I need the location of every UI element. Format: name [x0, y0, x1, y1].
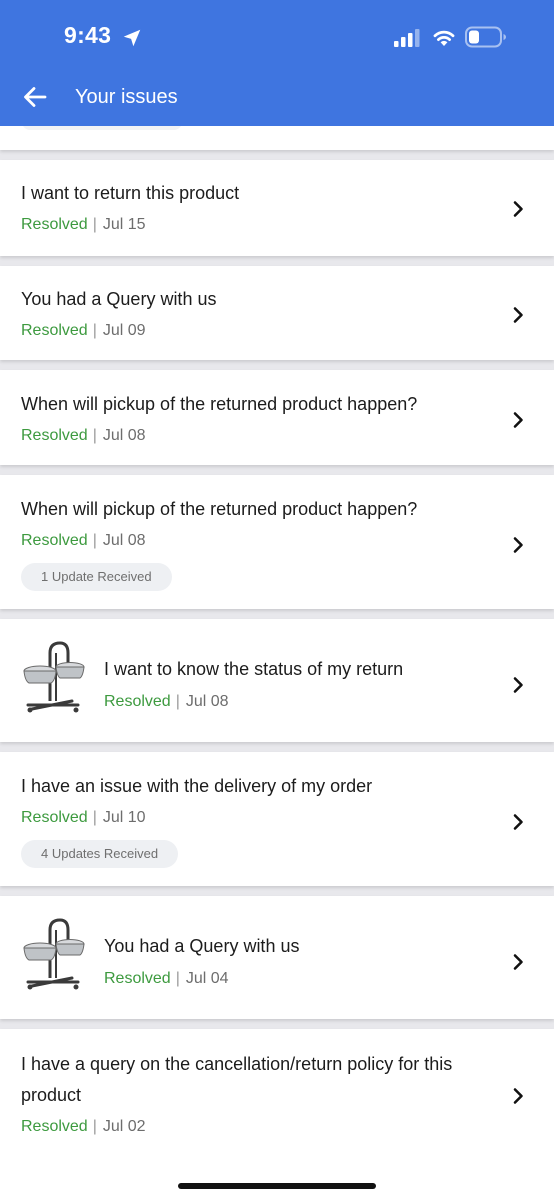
issue-status: Resolved: [21, 322, 88, 339]
issue-title-line-1: I have a query on the cancellation/retur…: [21, 1054, 453, 1074]
issue-meta: Resolved | Jul 08: [21, 532, 146, 549]
issue-meta: Resolved | Jul 02: [21, 1118, 146, 1135]
issue-title-line-2: product: [21, 1085, 82, 1105]
issue-date: Jul 02: [102, 1118, 146, 1135]
back-arrow-icon[interactable]: [22, 84, 48, 110]
partial-list-item: [0, 126, 554, 150]
issue-title: I want to know the status of my return: [104, 659, 404, 679]
issue-item[interactable]: When will pickup of the returned product…: [0, 370, 554, 465]
issue-title: I want to return this product: [21, 183, 240, 203]
issue-item[interactable]: I have an issue with the delivery of my …: [0, 752, 554, 886]
chevron-right-icon: [513, 307, 523, 323]
issue-date: Jul 15: [102, 216, 146, 233]
issue-date: Jul 09: [102, 322, 146, 339]
partial-chip: [22, 126, 182, 130]
issue-item[interactable]: You had a Query with us Resolved | Jul 04: [0, 896, 554, 1019]
issue-meta: Resolved | Jul 09: [21, 322, 146, 339]
updates-chip: 4 Updates Received: [21, 840, 179, 868]
issue-title: When will pickup of the returned product…: [21, 499, 418, 519]
issue-item[interactable]: I want to know the status of my return R…: [0, 619, 554, 742]
issue-status: Resolved: [21, 1118, 88, 1135]
issue-status: Resolved: [21, 427, 88, 444]
issue-date: Jul 04: [185, 970, 229, 987]
issue-title: I have an issue with the delivery of my …: [21, 776, 373, 796]
issue-title: When will pickup of the returned product…: [21, 394, 418, 414]
issue-meta: Resolved | Jul 04: [104, 970, 229, 987]
issue-status: Resolved: [104, 693, 171, 710]
product-thumbnail: [23, 641, 85, 713]
battery-icon: [465, 26, 506, 48]
status-time: 9:43: [64, 22, 112, 48]
product-thumbnail: [23, 918, 85, 990]
app-header: 9:43 Your issues: [0, 0, 554, 126]
chevron-right-icon: [513, 201, 523, 217]
issue-meta: Resolved | Jul 08: [21, 427, 146, 444]
issue-status: Resolved: [104, 970, 171, 987]
issue-status: Resolved: [21, 532, 88, 549]
issue-item[interactable]: I have a query on the cancellation/retur…: [0, 1029, 554, 1200]
issue-date: Jul 08: [102, 532, 146, 549]
wifi-icon: [433, 30, 455, 46]
page-title: Your issues: [75, 86, 178, 108]
issue-status: Resolved: [21, 216, 88, 233]
issue-item[interactable]: When will pickup of the returned product…: [0, 475, 554, 609]
chevron-right-icon: [513, 412, 523, 428]
issue-item[interactable]: I want to return this product Resolved | J…: [0, 160, 554, 256]
issue-date: Jul 10: [102, 809, 146, 826]
issue-title: You had a Query with us: [104, 936, 300, 956]
chevron-right-icon: [513, 537, 523, 553]
chevron-right-icon: [513, 677, 523, 693]
cellular-signal-icon: [394, 29, 420, 47]
home-indicator: [178, 1183, 376, 1189]
issue-date: Jul 08: [185, 693, 229, 710]
issue-meta: Resolved | Jul 10: [21, 809, 146, 826]
issue-meta: Resolved | Jul 15: [21, 216, 146, 233]
chevron-right-icon: [513, 954, 523, 970]
issue-meta: Resolved | Jul 08: [104, 693, 229, 710]
issue-item[interactable]: You had a Query with us Resolved | Jul 09: [0, 266, 554, 360]
chevron-right-icon: [513, 1088, 523, 1104]
location-arrow-icon: [123, 29, 141, 47]
chevron-right-icon: [513, 814, 523, 830]
issues-list: I want to return this product Resolved | J…: [0, 126, 554, 1200]
issue-title: You had a Query with us: [21, 289, 217, 309]
updates-chip: 1 Update Received: [21, 563, 172, 591]
issue-status: Resolved: [21, 809, 88, 826]
issue-date: Jul 08: [102, 427, 146, 444]
